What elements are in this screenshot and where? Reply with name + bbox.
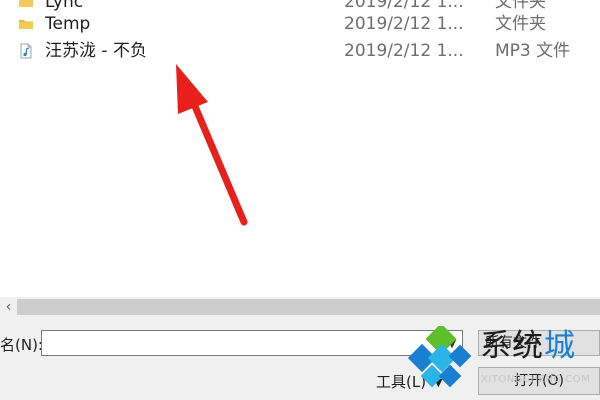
music-file-icon bbox=[20, 43, 32, 59]
file-date: 2019/2/12 1... bbox=[344, 41, 464, 61]
watermark-title-accent: 城 bbox=[544, 328, 576, 364]
file-date: 2019/2/12 1... bbox=[344, 14, 464, 34]
file-list: Lync 2019/2/12 1... 文件夹 Temp 2019/2/12 1… bbox=[0, 0, 600, 290]
file-row-mp3[interactable]: 汪苏泷 - 不负 2019/2/12 1... MP3 文件 bbox=[0, 39, 600, 63]
folder-icon bbox=[19, 0, 33, 7]
file-row-temp[interactable]: Temp 2019/2/12 1... 文件夹 bbox=[0, 12, 600, 36]
watermark-logo-icon bbox=[408, 326, 472, 388]
filename-label: 名(N): bbox=[0, 336, 43, 354]
file-name: 汪苏泷 - 不负 bbox=[45, 41, 147, 61]
scrollbar-thumb[interactable] bbox=[17, 299, 600, 315]
file-type: MP3 文件 bbox=[495, 41, 571, 61]
watermark-url: XITONGCHENG.COM bbox=[481, 374, 591, 385]
horizontal-scrollbar[interactable]: ‹ bbox=[0, 297, 600, 317]
watermark: 系统城 XITONGCHENG.COM bbox=[408, 322, 600, 398]
file-type: 文件夹 bbox=[495, 14, 546, 34]
scroll-left-icon[interactable]: ‹ bbox=[0, 297, 17, 317]
file-name: Temp bbox=[45, 14, 91, 34]
filename-input[interactable] bbox=[41, 330, 463, 356]
watermark-title-main: 系统 bbox=[480, 328, 544, 364]
folder-icon bbox=[19, 20, 33, 29]
watermark-title: 系统城 bbox=[480, 328, 576, 364]
file-open-dialog: Lync 2019/2/12 1... 文件夹 Temp 2019/2/12 1… bbox=[0, 0, 600, 400]
